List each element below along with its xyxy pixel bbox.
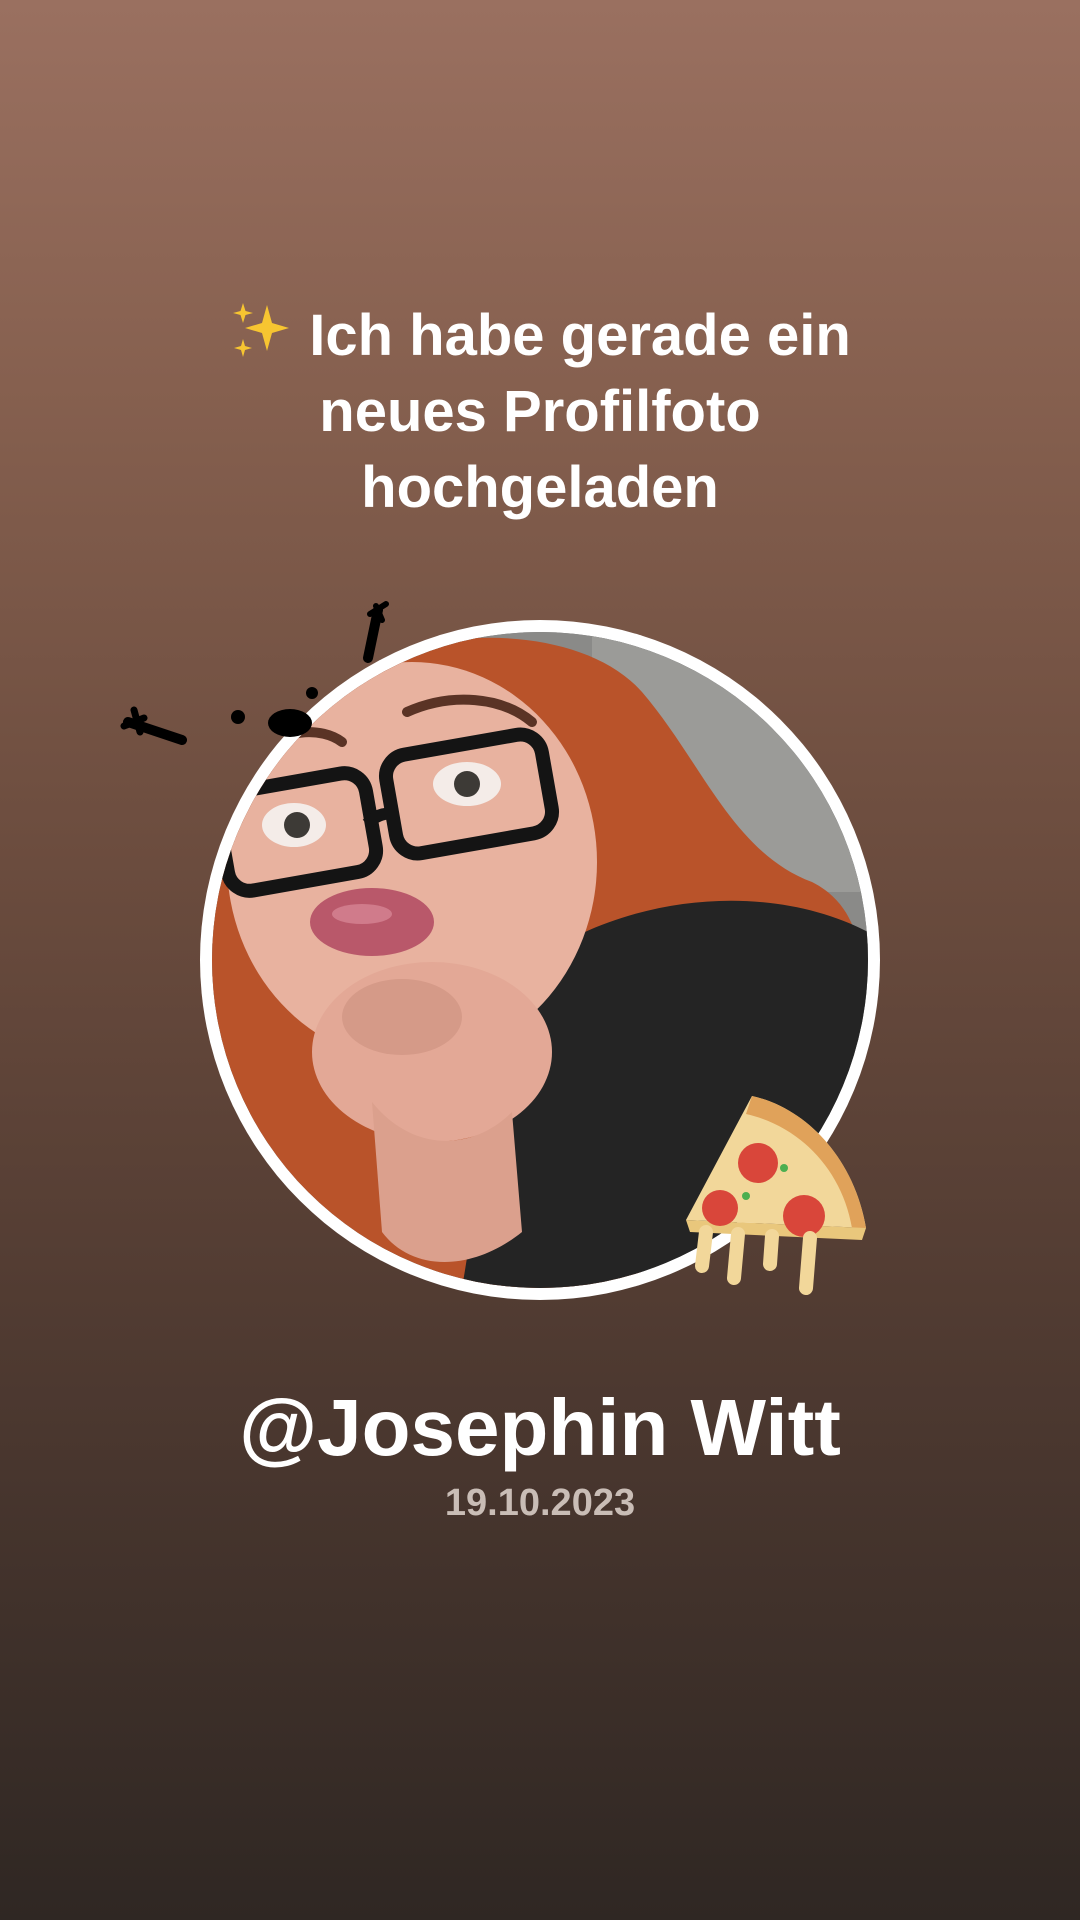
username[interactable]: @Josephin Witt <box>0 1378 1080 1478</box>
sparkles-icon <box>229 301 291 363</box>
headline-text: Ich habe gerade ein neues Profilfoto hoc… <box>309 303 851 520</box>
upload-date: 19.10.2023 <box>444 1482 636 1524</box>
doodle-sticker <box>120 598 410 768</box>
pizza-slice-sticker <box>676 1088 876 1318</box>
headline: Ich habe gerade ein neues Profilfoto hoc… <box>150 298 930 526</box>
